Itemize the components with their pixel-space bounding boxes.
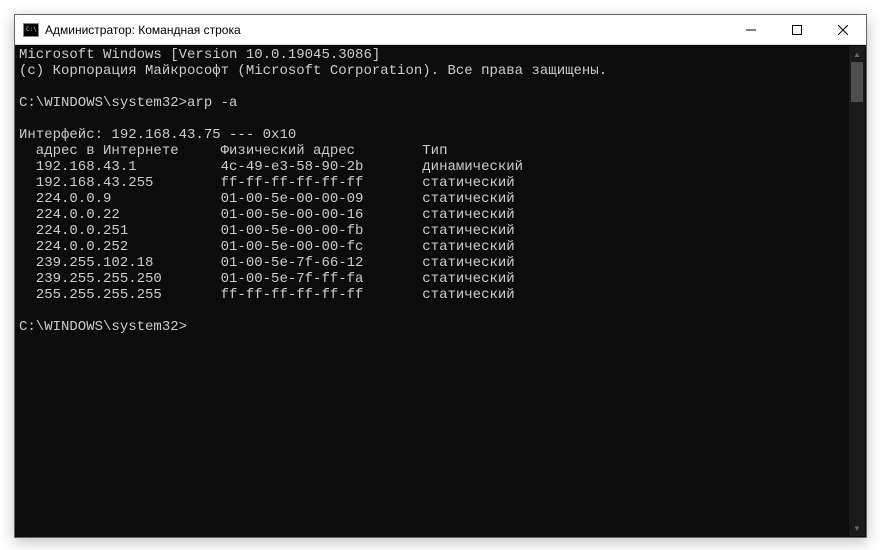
window-controls xyxy=(728,15,866,44)
command-prompt-icon: C:\ xyxy=(23,22,39,38)
vertical-scrollbar[interactable]: ▲ ▼ xyxy=(849,46,865,536)
command-prompt-window: C:\ Администратор: Командная строка Micr… xyxy=(14,14,867,538)
minimize-button[interactable] xyxy=(728,15,774,44)
scroll-track[interactable] xyxy=(849,62,865,520)
scroll-down-button[interactable]: ▼ xyxy=(849,520,865,536)
close-button[interactable] xyxy=(820,15,866,44)
terminal-output: Microsoft Windows [Version 10.0.19045.30… xyxy=(19,47,862,335)
scroll-up-button[interactable]: ▲ xyxy=(849,46,865,62)
window-title: Администратор: Командная строка xyxy=(45,23,728,37)
titlebar[interactable]: C:\ Администратор: Командная строка xyxy=(15,15,866,45)
scroll-thumb[interactable] xyxy=(851,62,863,102)
maximize-button[interactable] xyxy=(774,15,820,44)
terminal-area[interactable]: Microsoft Windows [Version 10.0.19045.30… xyxy=(15,45,866,537)
svg-text:C:\: C:\ xyxy=(26,26,37,33)
